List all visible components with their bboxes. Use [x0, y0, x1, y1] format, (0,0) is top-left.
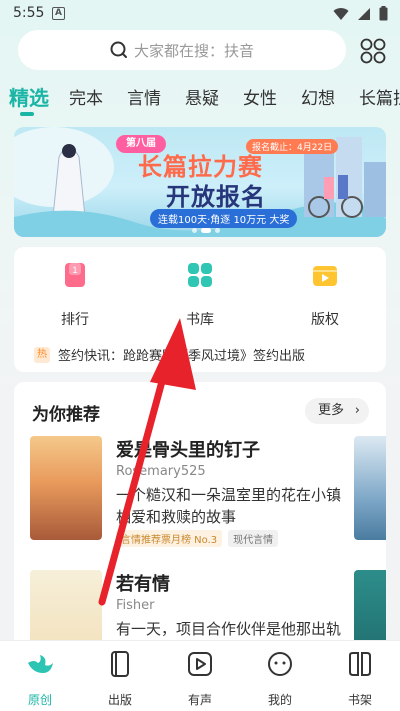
svg-text:1: 1 — [72, 265, 77, 275]
next-book-cover[interactable] — [354, 436, 386, 540]
ranking-icon: 1 — [65, 263, 85, 287]
book-author: Rosemary525 — [116, 464, 206, 479]
nav-bookshelf-label: 书架 — [347, 693, 372, 707]
chevron-right-icon: › — [354, 403, 360, 418]
notification-icon: A — [52, 7, 65, 20]
genre-tag: 现代言情 — [228, 530, 279, 547]
copyright-entry[interactable]: 版权 — [290, 261, 360, 329]
nav-audio[interactable]: 有声 — [170, 649, 230, 708]
category-grid-icon[interactable] — [360, 38, 386, 64]
hot-tag: 热 — [34, 346, 50, 363]
library-entry[interactable]: 书库 — [165, 261, 235, 329]
book-tags: 言情推荐票月榜 No.3 现代言情 — [116, 530, 279, 547]
category-tabs: 精选 完本 言情 悬疑 女性 幻想 长篇拉 — [0, 84, 400, 118]
bookshelf-icon — [349, 652, 371, 676]
bottom-navigation: 原创 出版 有声 我的 书架 — [0, 640, 400, 711]
active-tab-indicator — [20, 112, 34, 116]
library-icon — [188, 263, 212, 287]
ranking-label: 排行 — [61, 312, 89, 328]
nav-original[interactable]: 原创 — [10, 649, 70, 708]
book-author: Fisher — [116, 598, 155, 613]
nav-profile[interactable]: 我的 — [250, 649, 310, 708]
search-placeholder: 大家都在搜：扶音 — [133, 41, 254, 60]
tab-featured[interactable]: 精选 — [9, 84, 49, 111]
status-bar: 5:55 A — [0, 0, 400, 28]
tab-romance[interactable]: 言情 — [127, 84, 161, 109]
book-description: 一个糙汉和一朵温室里的花在小镇相爱和救赎的故事 — [116, 486, 342, 526]
banner-dot — [215, 228, 220, 233]
book-title: 若有情 — [116, 574, 170, 595]
signing-news-ticker[interactable]: 热 签约快讯：跄跄赛跑《季风过境》签约出版 — [34, 345, 305, 364]
promo-banner[interactable]: 第八届 报名截止：4月22日 长篇拉力赛 开放报名 连载100天·角逐 10万元… — [14, 127, 386, 237]
nav-publish[interactable]: 出版 — [90, 649, 150, 708]
search-icon — [110, 41, 127, 58]
profile-icon — [268, 652, 292, 676]
book-title: 爱是骨头里的钉子 — [116, 440, 260, 461]
book-icon — [111, 651, 129, 677]
battery-icon — [379, 6, 388, 21]
copyright-label: 版权 — [311, 312, 339, 328]
play-icon — [188, 652, 212, 676]
rank-tag: 言情推荐票月榜 No.3 — [116, 530, 223, 547]
ranking-entry[interactable]: 1 排行 — [40, 261, 110, 329]
signing-news-text: 签约快讯：跄跄赛跑《季风过境》签约出版 — [58, 349, 306, 364]
banner-subtitle: 连载100天·角逐 10万元 大奖 — [150, 209, 298, 228]
tab-fantasy[interactable]: 幻想 — [301, 84, 335, 109]
tab-mystery[interactable]: 悬疑 — [185, 84, 219, 109]
library-label: 书库 — [186, 312, 214, 328]
nav-bookshelf[interactable]: 书架 — [330, 649, 390, 708]
banner-pagination — [192, 228, 220, 233]
book-cover — [30, 436, 102, 540]
book-item[interactable]: 爱是骨头里的钉子 Rosemary525 一个糙汉和一朵温室里的花在小镇相爱和救… — [30, 436, 360, 551]
quick-entry-card: 1 排行 书库 版权 热 签约快讯：跄跄赛跑《季风过境》签约出版 — [14, 247, 386, 372]
wifi-icon — [333, 7, 349, 20]
recommend-title: 为你推荐 — [32, 405, 100, 425]
recommend-section: 为你推荐 更多 › 爱是骨头里的钉子 Rosemary525 一个糙汉和一朵温室… — [14, 382, 386, 682]
banner-dot-active — [201, 228, 211, 233]
signal-icon — [358, 7, 370, 20]
more-label: 更多 — [318, 403, 345, 418]
nav-profile-label: 我的 — [267, 693, 292, 707]
nav-audio-label: 有声 — [187, 693, 212, 707]
bird-icon — [28, 655, 53, 673]
search-bar[interactable]: 大家都在搜：扶音 — [18, 30, 346, 70]
copyright-icon — [313, 266, 337, 286]
tab-female[interactable]: 女性 — [243, 84, 277, 109]
more-button[interactable]: 更多 › — [305, 398, 369, 424]
status-time: 5:55 — [13, 5, 45, 21]
tab-long-rally[interactable]: 长篇拉 — [359, 84, 400, 109]
status-indicators — [333, 6, 388, 21]
banner-title-line2: 开放报名 — [166, 183, 266, 211]
banner-dot — [192, 228, 197, 233]
nav-publish-label: 出版 — [107, 693, 132, 707]
nav-original-label: 原创 — [27, 693, 52, 707]
tab-completed[interactable]: 完本 — [69, 84, 103, 109]
